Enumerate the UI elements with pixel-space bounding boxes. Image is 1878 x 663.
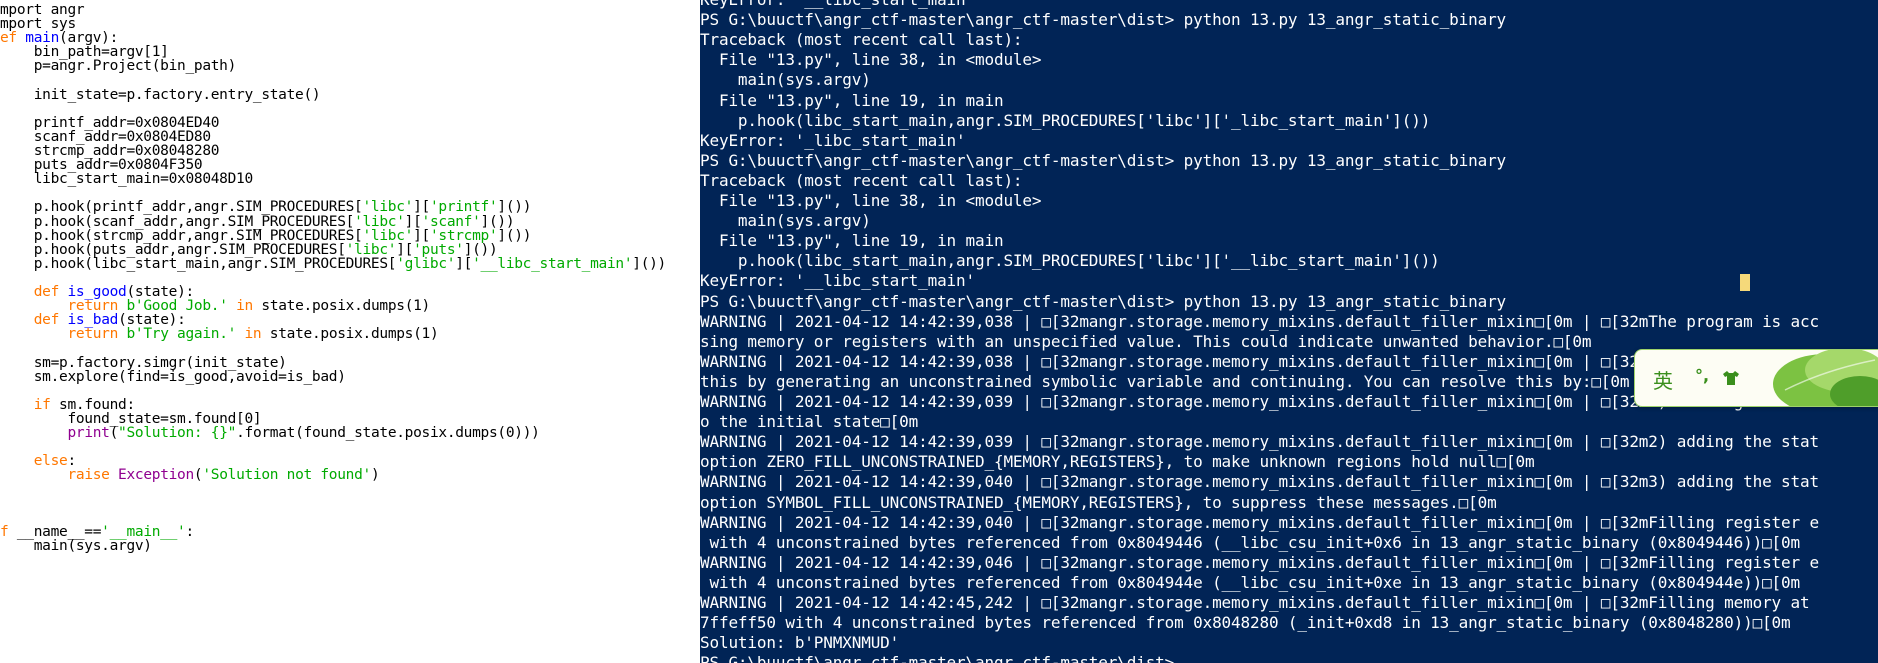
code-token: b'Try again.' (126, 326, 237, 343)
code-token: libc_start_main=0x08048D10 (0, 171, 253, 188)
terminal-line: with 4 unconstrained bytes referenced fr… (700, 532, 1801, 552)
code-token: ) (370, 467, 380, 484)
code-token: print (67, 425, 110, 441)
terminal-line: sing memory or registers with an unspeci… (700, 331, 1592, 351)
code-line: sm.explore(find=is_good,avoid=is_bad) (0, 369, 346, 386)
code-line: p.hook(libc_start_main,angr.SIM_PROCEDUR… (0, 255, 667, 273)
code-token: ]()) (632, 255, 666, 272)
terminal-line: PS G:\buuctf\angr_ctf-master\angr_ctf-ma… (700, 10, 1507, 30)
terminal-line: p.hook(libc_start_main,angr.SIM_PROCEDUR… (700, 251, 1440, 271)
terminal-line: main(sys.argv) (700, 211, 871, 231)
code-line: p=angr.Project(bin_path) (0, 58, 237, 75)
code-line: raise Exception('Solution not found') (0, 467, 379, 484)
terminal-line: File "13.py", line 38, in <module> (700, 191, 1042, 210)
code-token: in (236, 298, 253, 315)
terminal-line: Traceback (most recent call last): (700, 170, 1023, 190)
terminal-line: option SYMBOL_FILL_UNCONSTRAINED_{MEMORY… (700, 492, 1497, 512)
code-token: ( (109, 425, 119, 441)
terminal-line: File "13.py", line 38, in <module> (700, 50, 1042, 70)
code-token: : (185, 523, 194, 540)
code-token: p=angr.Project(bin_path) (0, 58, 237, 75)
ime-mode-label[interactable]: 英 (1653, 365, 1673, 394)
terminal-line: main(sys.argv) (700, 70, 871, 90)
terminal-line: File "13.py", line 19, in main (700, 231, 1004, 251)
terminal-line: Traceback (most recent call last): (700, 30, 1023, 50)
terminal-line: WARNING | 2021-04-12 14:42:39,040 | □[32… (700, 472, 1819, 492)
code-token: p.hook(libc_start_main,angr.SIM_PROCEDUR… (0, 255, 397, 272)
code-token: 'Solution not found' (202, 467, 371, 484)
terminal-line: this by generating an unconstrained symb… (700, 371, 1630, 391)
terminal-line: PS G:\buuctf\angr_ctf-master\angr_ctf-ma… (700, 150, 1507, 170)
terminal-line: PS G:\buuctf\angr_ctf-master\angr_ctf-ma… (700, 653, 1175, 663)
code-token: init_state=p.factory.entry_state() (0, 86, 321, 103)
terminal-line: WARNING | 2021-04-12 14:42:39,038 | □[32… (700, 311, 1819, 331)
code-token: return (67, 326, 127, 343)
terminal-line: KeyError: '_libc_start_main' (700, 130, 966, 150)
terminal-line: WARNING | 2021-04-12 14:42:39,039 | □[32… (700, 432, 1819, 452)
code-line: main(sys.argv) (0, 538, 152, 555)
code-token: Exception (118, 467, 194, 484)
code-token: raise (67, 467, 119, 484)
terminal-line: with 4 unconstrained bytes referenced fr… (700, 572, 1801, 592)
code-editor[interactable]: mport angr mport sys ef main(argv): bin_pa… (0, 0, 700, 663)
terminal-line: KeyError: '__libc_start_main' (700, 271, 976, 291)
code-token: sm.explore(find=is_good,avoid=is_bad) (0, 368, 346, 385)
code-token: ][ (455, 255, 473, 272)
terminal-line: WARNING | 2021-04-12 14:42:45,242 | □[32… (700, 593, 1810, 612)
terminal-line: WARNING | 2021-04-12 14:42:39,046 | □[32… (700, 552, 1819, 572)
code-line: return b'Try again.' in state.posix.dump… (0, 326, 438, 343)
code-line: init_state=p.factory.entry_state() (0, 86, 321, 104)
terminal-line: PS G:\buuctf\angr_ctf-master\angr_ctf-ma… (700, 291, 1507, 311)
terminal-line: WARNING | 2021-04-12 14:42:39,040 | □[32… (700, 512, 1819, 532)
code-token: main(sys.argv) (0, 537, 152, 554)
terminal-line: 7ffeff50 with 4 unconstrained bytes refe… (700, 613, 1791, 633)
terminal-line: Solution: b'PNMXNMUD' (700, 633, 900, 653)
leaf-icon (1773, 350, 1878, 406)
terminal-line: KeyError: '__libc_start_main' (700, 0, 975, 10)
code-token: state.posix.dumps(1) (252, 298, 430, 315)
ime-toolbar[interactable]: 英 °, (1634, 349, 1878, 407)
code-line: libc_start_main=0x08048D10 (0, 171, 253, 188)
terminal-line: option ZERO_FILL_UNCONSTRAINED_{MEMORY,R… (700, 452, 1535, 472)
terminal-line: p.hook(libc_start_main,angr.SIM_PROCEDUR… (700, 110, 1431, 130)
code-token: ]()) (497, 227, 532, 244)
ime-punctuation-toggle[interactable]: °, (1695, 366, 1709, 385)
terminal-line: o the initial state□[0m (700, 412, 919, 432)
code-line: print("Solution: {}".format(found_state.… (0, 425, 540, 442)
code-token: state.posix.dumps(1) (261, 326, 439, 343)
tshirt-icon[interactable] (1721, 370, 1741, 386)
code-token: 'glibc' (396, 255, 456, 272)
code-token: .format(found_state.posix.dumps(0))) (236, 425, 540, 441)
code-token: in (244, 326, 262, 343)
code-token: '__libc_start_main' (472, 255, 633, 272)
text-cursor (1740, 274, 1750, 291)
powershell-terminal[interactable]: KeyError: '__libc_start_main'PS G:\buuct… (700, 0, 1878, 663)
code-token: "Solution: {}" (118, 425, 237, 441)
terminal-line: File "13.py", line 19, in main (700, 90, 1004, 110)
